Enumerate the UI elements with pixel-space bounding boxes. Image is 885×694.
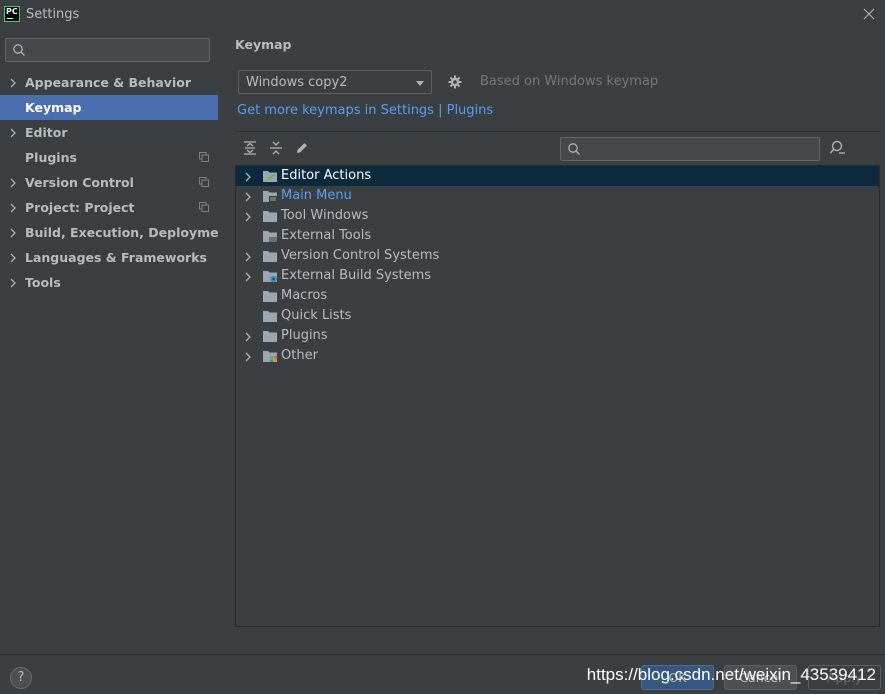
- tree-row-label: Tool Windows: [281, 208, 369, 223]
- chevron-right-icon[interactable]: [244, 252, 252, 262]
- tree-row-tool-windows[interactable]: Tool Windows: [236, 206, 879, 226]
- tree-row-label: Editor Actions: [281, 168, 372, 183]
- expand-all-icon[interactable]: [242, 140, 258, 156]
- sidebar-item-tools[interactable]: Tools: [0, 270, 218, 295]
- sidebar-item-plugins[interactable]: Plugins: [0, 145, 218, 170]
- sidebar-item-editor[interactable]: Editor: [0, 120, 218, 145]
- folder-icon: [263, 251, 277, 262]
- editor-actions-folder-icon: [263, 171, 277, 182]
- based-on-label: Based on Windows keymap: [480, 74, 659, 89]
- tree-row-label: External Build Systems: [281, 268, 432, 283]
- chevron-right-icon[interactable]: [244, 212, 252, 222]
- tree-row-quick-lists[interactable]: Quick Lists: [236, 306, 879, 326]
- external-tools-folder-icon: [263, 231, 277, 242]
- chevron-right-icon[interactable]: [9, 178, 17, 188]
- dialog-footer: ? OK Cancel Apply https://blog.csdn.net/…: [0, 654, 885, 694]
- folder-icon: [263, 331, 277, 342]
- close-icon[interactable]: [861, 6, 877, 22]
- tree-row-label: Macros: [281, 288, 328, 303]
- chevron-right-icon[interactable]: [9, 228, 17, 238]
- tree-row-label: Plugins: [281, 328, 328, 343]
- project-scope-icon: [199, 202, 209, 212]
- sidebar-item-project[interactable]: Project: Project: [0, 195, 218, 220]
- keymap-actions-tree: Editor Actions Main Menu Tool Windows Ex…: [235, 165, 880, 627]
- page-title: Keymap: [235, 37, 292, 52]
- sidebar-item-label: Project: Project: [25, 200, 135, 215]
- tree-row-other[interactable]: Other: [236, 346, 879, 366]
- chevron-right-icon[interactable]: [9, 128, 17, 138]
- edit-pencil-icon[interactable]: [294, 140, 310, 156]
- sidebar-item-label: Plugins: [25, 150, 77, 165]
- sidebar-item-label: Version Control: [25, 175, 134, 190]
- chevron-right-icon[interactable]: [244, 192, 252, 202]
- search-icon: [568, 143, 580, 155]
- cancel-button[interactable]: Cancel: [724, 665, 797, 690]
- keymap-scheme-dropdown[interactable]: Windows copy2: [238, 70, 432, 94]
- sidebar-item-label: Languages & Frameworks: [25, 250, 207, 265]
- sidebar-item-appearance-behavior[interactable]: Appearance & Behavior: [0, 70, 218, 95]
- sidebar-item-version-control[interactable]: Version Control: [0, 170, 218, 195]
- sidebar-item-label: Build, Execution, Deployment: [25, 225, 234, 240]
- folder-icon: [263, 211, 277, 222]
- external-build-folder-icon: [263, 271, 277, 283]
- ok-button[interactable]: OK: [641, 665, 714, 690]
- keymap-scheme-value: Windows copy2: [246, 75, 348, 90]
- chevron-right-icon[interactable]: [244, 332, 252, 342]
- sidebar-item-keymap[interactable]: Keymap: [0, 95, 218, 120]
- action-search-input[interactable]: [560, 137, 820, 161]
- tree-row-external-build-systems[interactable]: External Build Systems: [236, 266, 879, 286]
- tree-row-version-control-systems[interactable]: Version Control Systems: [236, 246, 879, 266]
- collapse-all-icon[interactable]: [268, 140, 284, 156]
- tree-row-main-menu[interactable]: Main Menu: [236, 186, 879, 206]
- main-menu-folder-icon: [263, 191, 277, 202]
- gear-icon[interactable]: [447, 74, 463, 90]
- chevron-right-icon[interactable]: [9, 78, 17, 88]
- window-title: Settings: [26, 7, 80, 22]
- chevron-right-icon[interactable]: [9, 203, 17, 213]
- sidebar-item-build-execution-deployment[interactable]: Build, Execution, Deployment: [0, 220, 233, 245]
- tree-row-plugins[interactable]: Plugins: [236, 326, 879, 346]
- sidebar-tree: Appearance & Behavior Keymap Editor Plug…: [0, 70, 233, 295]
- sidebar-search-input[interactable]: [5, 38, 210, 62]
- sidebar-item-languages-frameworks[interactable]: Languages & Frameworks: [0, 245, 218, 270]
- tree-row-label: Quick Lists: [281, 308, 352, 323]
- get-more-keymaps-link[interactable]: Get more keymaps in Settings | Plugins: [237, 103, 493, 118]
- sidebar-item-label: Editor: [25, 125, 68, 140]
- sidebar-item-label: Keymap: [25, 100, 82, 115]
- project-scope-icon: [199, 177, 209, 187]
- title-bar: PC Settings: [0, 0, 885, 30]
- help-button[interactable]: ?: [10, 667, 32, 689]
- chevron-right-icon[interactable]: [244, 172, 252, 182]
- tree-row-macros[interactable]: Macros: [236, 286, 879, 306]
- chevron-right-icon[interactable]: [9, 253, 17, 263]
- other-folder-icon: [263, 351, 277, 362]
- divider: [235, 131, 880, 132]
- tree-row-label: Version Control Systems: [281, 248, 440, 263]
- find-by-shortcut-icon[interactable]: [829, 140, 847, 156]
- pycharm-logo-icon: PC: [4, 6, 20, 22]
- tree-row-external-tools[interactable]: External Tools: [236, 226, 879, 246]
- dropdown-arrow-icon: [416, 81, 424, 86]
- tree-row-label: Main Menu: [281, 188, 352, 203]
- search-icon: [13, 44, 25, 56]
- folder-icon: [263, 311, 277, 322]
- tree-row-editor-actions[interactable]: Editor Actions: [236, 166, 879, 186]
- project-scope-icon: [199, 152, 209, 162]
- settings-sidebar: Appearance & Behavior Keymap Editor Plug…: [0, 30, 233, 654]
- sidebar-item-label: Tools: [25, 275, 61, 290]
- chevron-right-icon[interactable]: [244, 352, 252, 362]
- folder-icon: [263, 291, 277, 302]
- tree-row-label: Other: [281, 348, 318, 363]
- keymap-panel: Keymap Windows copy2 Based on Windows ke…: [218, 30, 885, 654]
- sidebar-item-label: Appearance & Behavior: [25, 75, 191, 90]
- apply-button[interactable]: Apply: [808, 665, 881, 690]
- chevron-right-icon[interactable]: [9, 278, 17, 288]
- chevron-right-icon[interactable]: [244, 272, 252, 282]
- tree-row-label: External Tools: [281, 228, 372, 243]
